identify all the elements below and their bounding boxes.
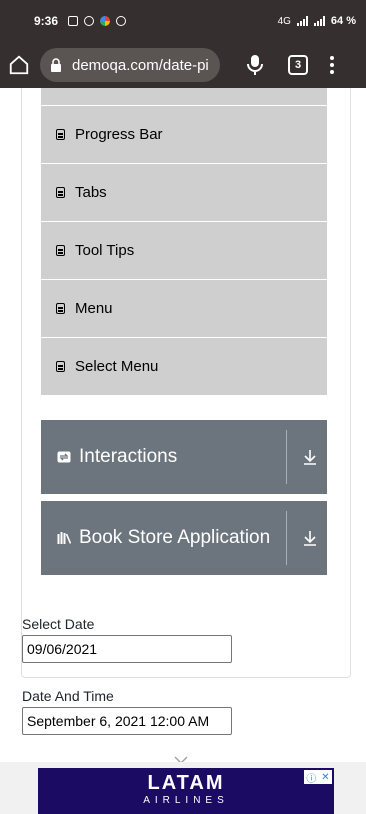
date-time-input[interactable]: September 6, 2021 12:00 AM xyxy=(22,707,232,735)
sidebar-item-label: Progress Bar xyxy=(75,126,163,143)
interactions-icon xyxy=(57,451,71,463)
document-icon xyxy=(56,245,65,256)
books-icon xyxy=(57,532,71,544)
sidebar-item-label: Tabs xyxy=(75,184,107,201)
date-time-label: Date And Time xyxy=(22,688,114,704)
divider xyxy=(286,511,287,565)
group-book-store-application[interactable]: Book Store Application xyxy=(41,501,327,575)
more-options-icon[interactable] xyxy=(330,56,334,74)
document-icon xyxy=(56,361,65,372)
signal-icon xyxy=(313,16,325,26)
sidebar-item-label: Menu xyxy=(75,300,113,317)
url-text: demoqa.com/date-pi xyxy=(72,56,209,74)
microphone-icon[interactable] xyxy=(246,54,264,76)
message-icon xyxy=(68,16,79,26)
signal-icon xyxy=(296,16,308,26)
close-icon[interactable]: ✕ xyxy=(321,772,329,783)
page-content: Progress Bar Tabs Tool Tips Menu Select … xyxy=(0,88,366,814)
home-icon[interactable] xyxy=(8,54,30,76)
sidebar-item-menu[interactable]: Menu xyxy=(41,280,327,338)
ad-close-button[interactable]: ⓘ ✕ xyxy=(304,770,332,785)
status-bar: 9:36 4G 64 % xyxy=(0,0,366,42)
select-date-label: Select Date xyxy=(22,616,95,632)
sidebar-item-select-menu[interactable]: Select Menu xyxy=(41,338,327,396)
tab-count: 3 xyxy=(294,59,302,71)
status-right: 4G 64 % xyxy=(278,15,356,27)
divider xyxy=(286,430,287,484)
ad-banner[interactable]: LATAM AIRLINES ⓘ ✕ xyxy=(38,768,334,814)
notification-icons xyxy=(68,16,127,26)
ad-tagline: AIRLINES xyxy=(143,795,229,806)
download-arrow-icon xyxy=(304,450,316,465)
document-icon xyxy=(56,129,65,140)
ad-info-icon[interactable]: ⓘ xyxy=(306,770,316,785)
sidebar-submenu: Progress Bar Tabs Tool Tips Menu Select … xyxy=(41,88,327,396)
sidebar-item-tabs[interactable]: Tabs xyxy=(41,164,327,222)
lock-icon xyxy=(51,58,61,72)
sidebar-item-partial[interactable] xyxy=(41,88,327,106)
network-label: 4G xyxy=(277,15,291,27)
group-label: Interactions xyxy=(79,446,178,467)
app-icon xyxy=(116,16,127,26)
ad-brand: LATAM xyxy=(147,772,225,794)
document-icon xyxy=(56,303,65,314)
app-icon xyxy=(84,16,95,26)
address-bar[interactable]: demoqa.com/date-pi xyxy=(40,48,220,82)
sidebar-item-tool-tips[interactable]: Tool Tips xyxy=(41,222,327,280)
select-date-input[interactable]: 09/06/2021 xyxy=(22,635,232,663)
sidebar-item-progress-bar[interactable]: Progress Bar xyxy=(41,106,327,164)
sidebar-item-label: Tool Tips xyxy=(75,242,135,259)
browser-toolbar: demoqa.com/date-pi 3 xyxy=(0,42,366,88)
battery-level: 64 % xyxy=(330,15,356,27)
group-interactions[interactable]: Interactions xyxy=(41,420,327,494)
chrome-icon xyxy=(100,16,111,26)
group-label: Book Store Application xyxy=(79,527,271,548)
document-icon xyxy=(56,187,65,198)
download-arrow-icon xyxy=(304,531,316,546)
tab-switcher-button[interactable]: 3 xyxy=(288,55,308,75)
sidebar-item-label: Select Menu xyxy=(75,358,159,375)
status-time: 9:36 xyxy=(34,14,59,28)
